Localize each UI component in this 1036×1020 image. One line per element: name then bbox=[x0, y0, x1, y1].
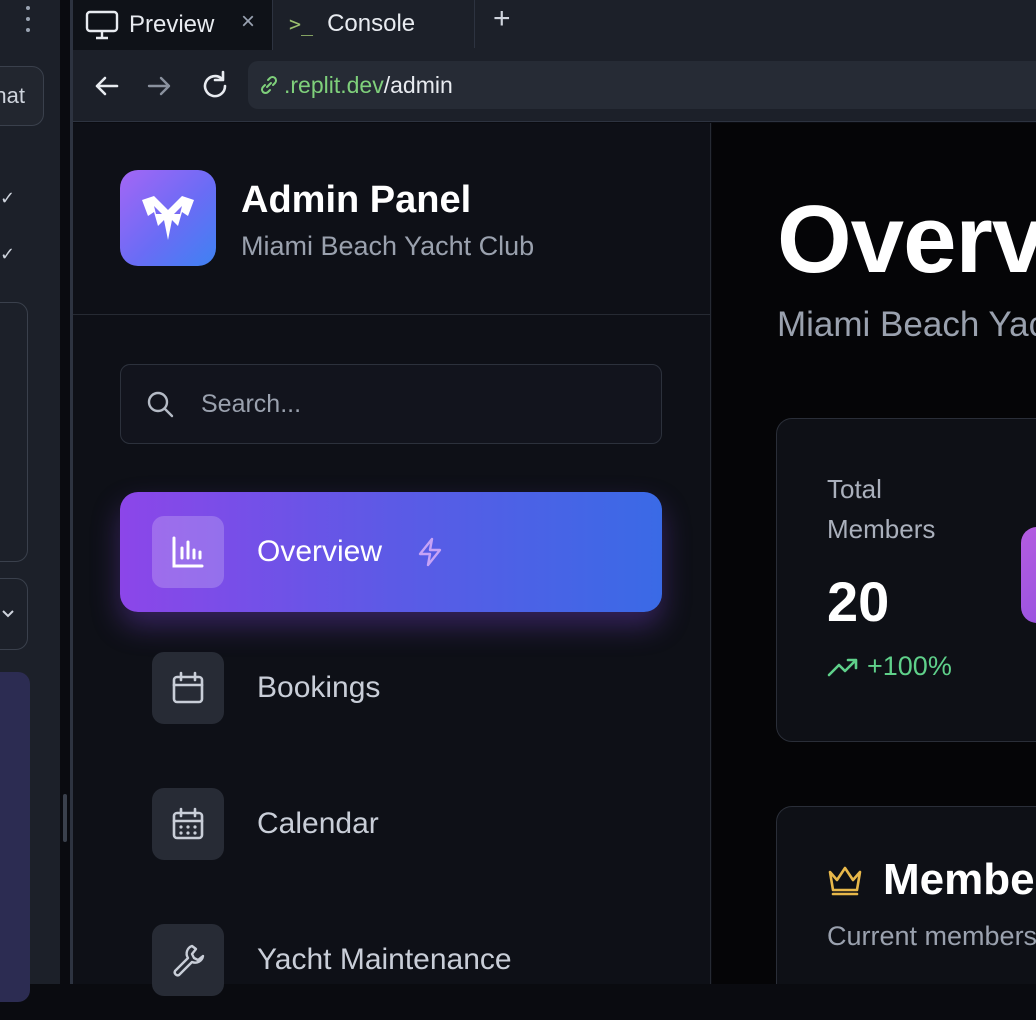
sidebar-item-bookings[interactable]: Bookings bbox=[120, 628, 662, 748]
crown-icon bbox=[828, 866, 862, 896]
logo-mark-icon bbox=[142, 196, 194, 240]
calendar-grid-icon bbox=[172, 807, 204, 840]
tab-label: Preview bbox=[129, 11, 215, 38]
main-content: Overview Miami Beach Yacht Club Total Me… bbox=[712, 123, 1036, 984]
tab-console[interactable]: >_ Console bbox=[273, 0, 475, 48]
calendar-icon bbox=[172, 671, 204, 704]
chat-button[interactable]: hat bbox=[0, 66, 44, 126]
sidebar-item-label: Overview bbox=[257, 535, 383, 568]
chevron-down-icon bbox=[2, 610, 14, 618]
stat-card-total-members: Total Members 20 +100% bbox=[776, 418, 1036, 742]
search-input[interactable] bbox=[201, 389, 601, 419]
brand-title: Admin Panel bbox=[241, 179, 472, 221]
sidebar-item-label: Yacht Maintenance bbox=[257, 943, 512, 976]
search-icon bbox=[147, 391, 174, 418]
resize-handle[interactable] bbox=[63, 794, 67, 842]
sidebar-item-label: Calendar bbox=[257, 807, 379, 840]
add-tab-button[interactable]: + bbox=[493, 2, 511, 36]
sidebar-item-label: Bookings bbox=[257, 671, 381, 704]
workspace-sidebar: hat ✓ ✓ bbox=[0, 0, 60, 1002]
sidebar-item-calendar[interactable]: Calendar bbox=[120, 764, 662, 884]
app-logo[interactable] bbox=[120, 170, 216, 266]
admin-sidebar: Admin Panel Miami Beach Yacht Club Overv… bbox=[73, 123, 711, 996]
trending-up-icon bbox=[827, 658, 858, 676]
wrench-icon bbox=[173, 944, 205, 977]
link-icon bbox=[260, 75, 278, 95]
tab-preview[interactable]: Preview × bbox=[73, 0, 273, 50]
workspace-panel bbox=[0, 302, 28, 562]
check-icon: ✓ bbox=[0, 244, 16, 264]
monitor-icon bbox=[85, 10, 119, 40]
stat-label: Total Members bbox=[827, 474, 936, 544]
sidebar-item-yacht-maintenance[interactable]: Yacht Maintenance bbox=[120, 900, 662, 1020]
url-path: /admin bbox=[383, 71, 453, 98]
page-subtitle: Miami Beach Yacht Club bbox=[777, 305, 1036, 344]
stat-trend: +100% bbox=[827, 651, 952, 682]
bar-chart-icon bbox=[172, 536, 204, 568]
browser-chrome: Preview × >_ Console + .replit.dev/admin bbox=[73, 0, 1036, 122]
stat-value: 20 bbox=[827, 570, 890, 633]
members-card: Members Current members bbox=[776, 806, 1036, 984]
terminal-icon: >_ bbox=[289, 12, 314, 36]
search-box[interactable] bbox=[120, 364, 662, 444]
members-title: Members bbox=[827, 855, 1036, 905]
stat-icon-badge bbox=[1021, 527, 1036, 623]
back-arrow-icon[interactable] bbox=[89, 68, 125, 104]
reload-icon[interactable] bbox=[197, 68, 233, 104]
chat-button-label: hat bbox=[0, 83, 25, 108]
close-icon[interactable]: × bbox=[241, 8, 255, 36]
workspace-panel[interactable] bbox=[0, 578, 28, 650]
tab-label: Console bbox=[327, 10, 416, 37]
url-field[interactable]: .replit.dev/admin bbox=[248, 61, 1036, 109]
icon-box bbox=[152, 652, 224, 724]
members-subtitle: Current members bbox=[827, 921, 1036, 951]
address-bar-row: .replit.dev/admin bbox=[73, 50, 1036, 122]
stat-trend-value: +100% bbox=[867, 651, 952, 681]
page-title: Overview bbox=[777, 186, 1036, 293]
workspace-panel bbox=[0, 672, 30, 1002]
more-options-icon[interactable] bbox=[18, 4, 38, 34]
icon-box bbox=[152, 924, 224, 996]
brand-subtitle: Miami Beach Yacht Club bbox=[241, 231, 535, 261]
sidebar-item-overview[interactable]: Overview bbox=[120, 492, 662, 612]
icon-box bbox=[152, 788, 224, 860]
check-icon: ✓ bbox=[0, 188, 16, 208]
bolt-icon bbox=[418, 537, 442, 567]
members-title-text: Members bbox=[883, 855, 1036, 904]
forward-arrow-icon[interactable] bbox=[141, 68, 177, 104]
icon-box bbox=[152, 516, 224, 588]
brand-header: Admin Panel Miami Beach Yacht Club bbox=[73, 123, 711, 315]
url-host: .replit.dev bbox=[284, 71, 384, 98]
